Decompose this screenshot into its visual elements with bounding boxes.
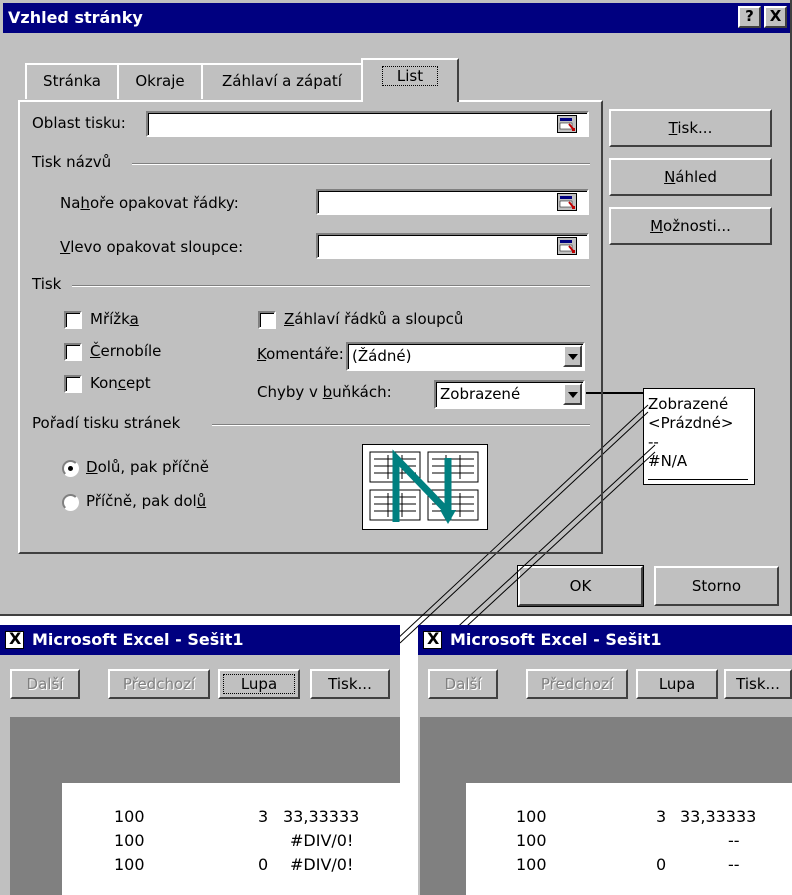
excel-logo-icon bbox=[423, 629, 442, 649]
zoom-button[interactable]: Lupa bbox=[218, 669, 300, 699]
sheet-tab-panel bbox=[18, 100, 603, 554]
cell: 33,33333 bbox=[680, 807, 757, 826]
previous-button[interactable]: Předchozí bbox=[526, 669, 628, 699]
preview-page: 100 3 33,33333 100 -- 100 0 -- bbox=[466, 783, 792, 895]
cell: -- bbox=[728, 831, 740, 850]
tab-sheet-label: List bbox=[381, 66, 439, 86]
cell: 100 bbox=[114, 831, 145, 850]
zoom-button[interactable]: Lupa bbox=[636, 669, 718, 699]
cell: 33,33333 bbox=[283, 807, 360, 826]
next-button[interactable]: Další bbox=[10, 669, 80, 699]
excel-title-right: Microsoft Excel - Sešit1 bbox=[418, 625, 792, 655]
print-button[interactable]: Tisk... bbox=[310, 669, 390, 699]
preview-page: 100 3 33,33333 100 #DIV/0! 100 0 #DIV/0! bbox=[62, 783, 400, 895]
cell: -- bbox=[728, 855, 740, 874]
cell: 100 bbox=[516, 855, 547, 874]
next-button[interactable]: Další bbox=[428, 669, 498, 699]
cell: #DIV/0! bbox=[290, 831, 354, 850]
previous-button[interactable]: Předchozí bbox=[108, 669, 210, 699]
excel-title-left: Microsoft Excel - Sešit1 bbox=[0, 625, 400, 655]
print-button[interactable]: Tisk... bbox=[724, 669, 792, 699]
cell: 0 bbox=[656, 855, 667, 874]
cell: 100 bbox=[516, 831, 547, 850]
excel-preview-window-right: Microsoft Excel - Sešit1 Další Předchozí… bbox=[418, 625, 792, 895]
cell: 3 bbox=[258, 807, 269, 826]
cell: 100 bbox=[516, 807, 547, 826]
excel-logo-icon bbox=[5, 629, 24, 649]
excel-preview-window-left: Microsoft Excel - Sešit1 Další Předchozí… bbox=[0, 625, 400, 895]
tab-sheet[interactable]: List bbox=[361, 58, 459, 102]
cell: 100 bbox=[114, 807, 145, 826]
cell: 3 bbox=[656, 807, 667, 826]
cell: 0 bbox=[258, 855, 269, 874]
cell: 100 bbox=[114, 855, 145, 874]
cell: #DIV/0! bbox=[290, 855, 354, 874]
